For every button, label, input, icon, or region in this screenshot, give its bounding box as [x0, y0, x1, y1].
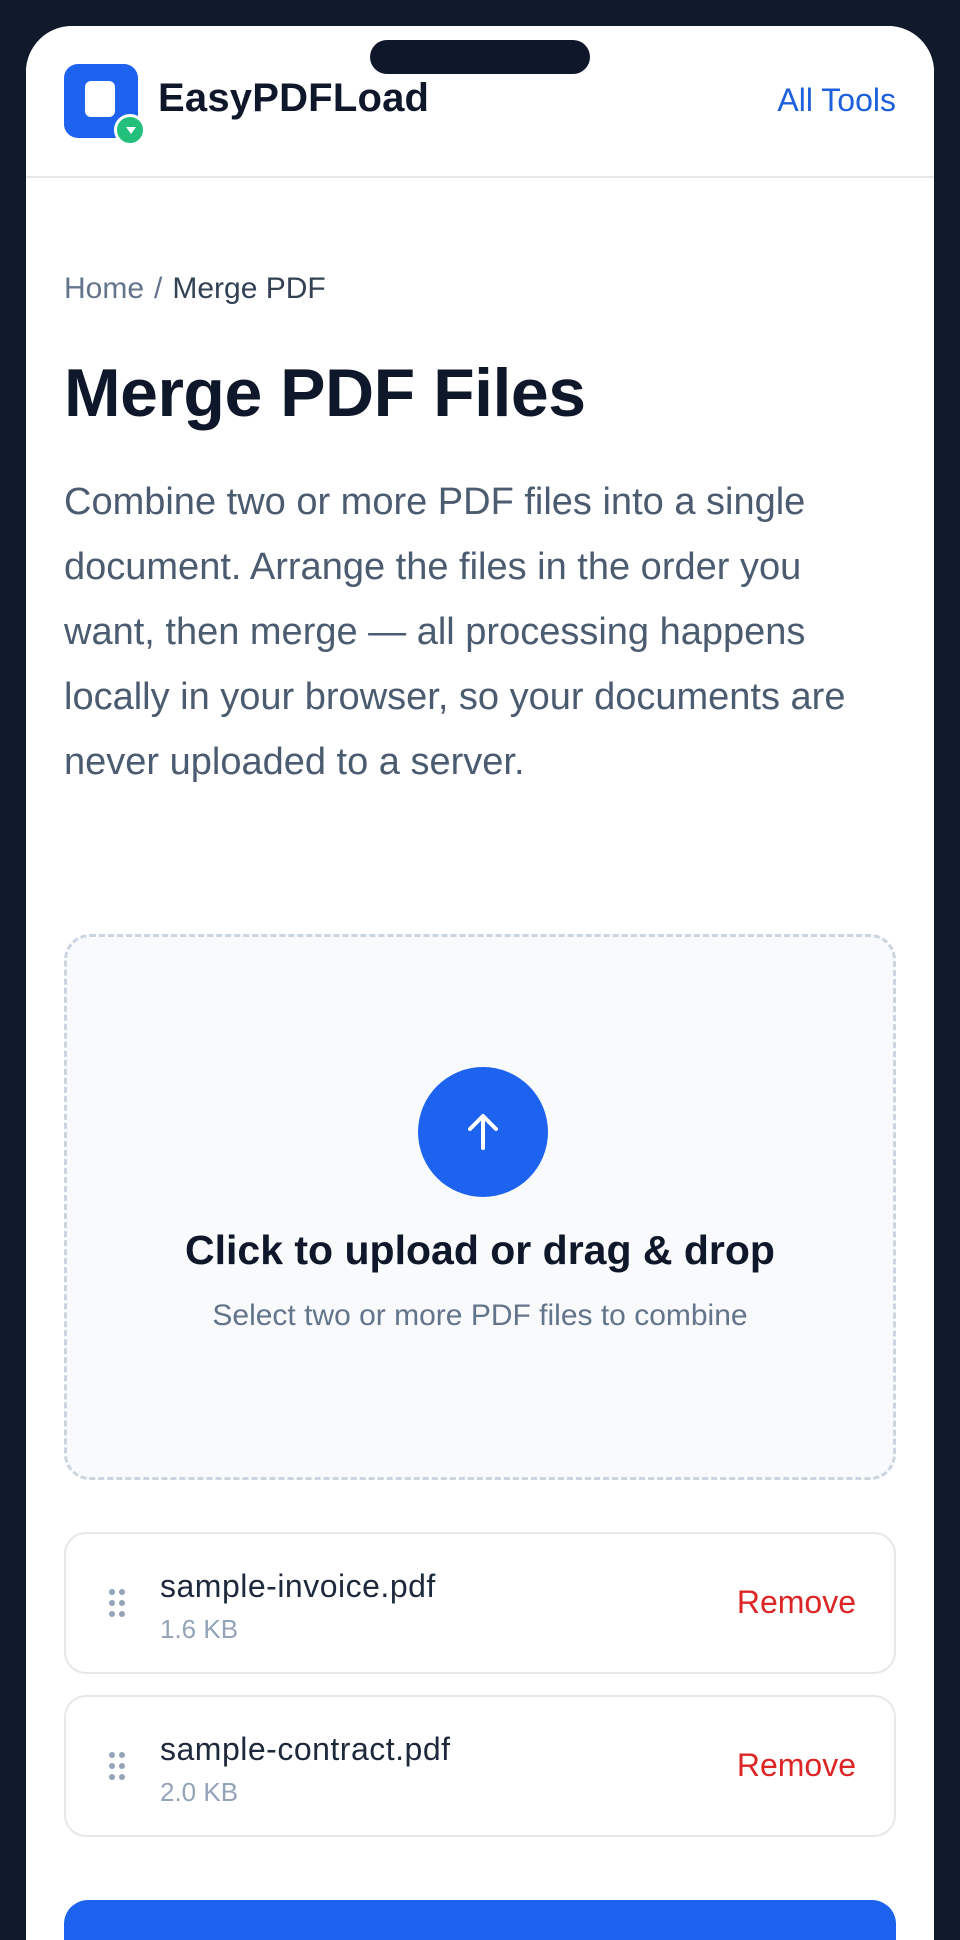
file-list-item[interactable]: sample-invoice.pdf 1.6 KB Remove	[64, 1532, 896, 1674]
upload-button[interactable]	[418, 1067, 548, 1197]
file-name: sample-invoice.pdf	[160, 1568, 436, 1604]
file-size: 2.0 KB	[160, 1777, 239, 1807]
breadcrumb-home-link[interactable]: Home	[64, 272, 144, 305]
phone-frame: EasyPDFLoad All Tools Home / Merge PDF Mer…	[0, 0, 960, 1940]
file-name: sample-contract.pdf	[160, 1731, 451, 1767]
dropzone-title: Click to upload or drag & drop	[185, 1227, 775, 1273]
merge-button[interactable]	[64, 1900, 896, 1940]
screen: EasyPDFLoad All Tools Home / Merge PDF Mer…	[26, 26, 934, 1940]
upload-dropzone[interactable]: Click to upload or drag & drop Select tw…	[64, 934, 896, 1480]
file-size: 1.6 KB	[160, 1614, 239, 1644]
breadcrumb: Home / Merge PDF	[64, 272, 326, 306]
arrow-up-icon	[468, 1114, 498, 1150]
breadcrumb-current: Merge PDF	[172, 272, 326, 305]
brand-name[interactable]: EasyPDFLoad	[158, 76, 429, 121]
remove-file-button[interactable]: Remove	[737, 1747, 856, 1784]
remove-file-button[interactable]: Remove	[737, 1584, 856, 1621]
breadcrumb-separator: /	[154, 272, 163, 305]
all-tools-link[interactable]: All Tools	[777, 82, 896, 119]
dropzone-subtitle: Select two or more PDF files to combine	[212, 1299, 748, 1332]
page-description: Combine two or more PDF files into a sin…	[64, 481, 846, 783]
drag-handle-icon[interactable]	[108, 1588, 126, 1618]
logo-document-shape	[85, 81, 115, 117]
file-list-item[interactable]: sample-contract.pdf 2.0 KB Remove	[64, 1695, 896, 1837]
download-badge-icon	[114, 114, 146, 146]
drag-handle-icon[interactable]	[108, 1751, 126, 1781]
page-title: Merge PDF Files	[64, 355, 586, 431]
camera-notch	[370, 40, 590, 74]
